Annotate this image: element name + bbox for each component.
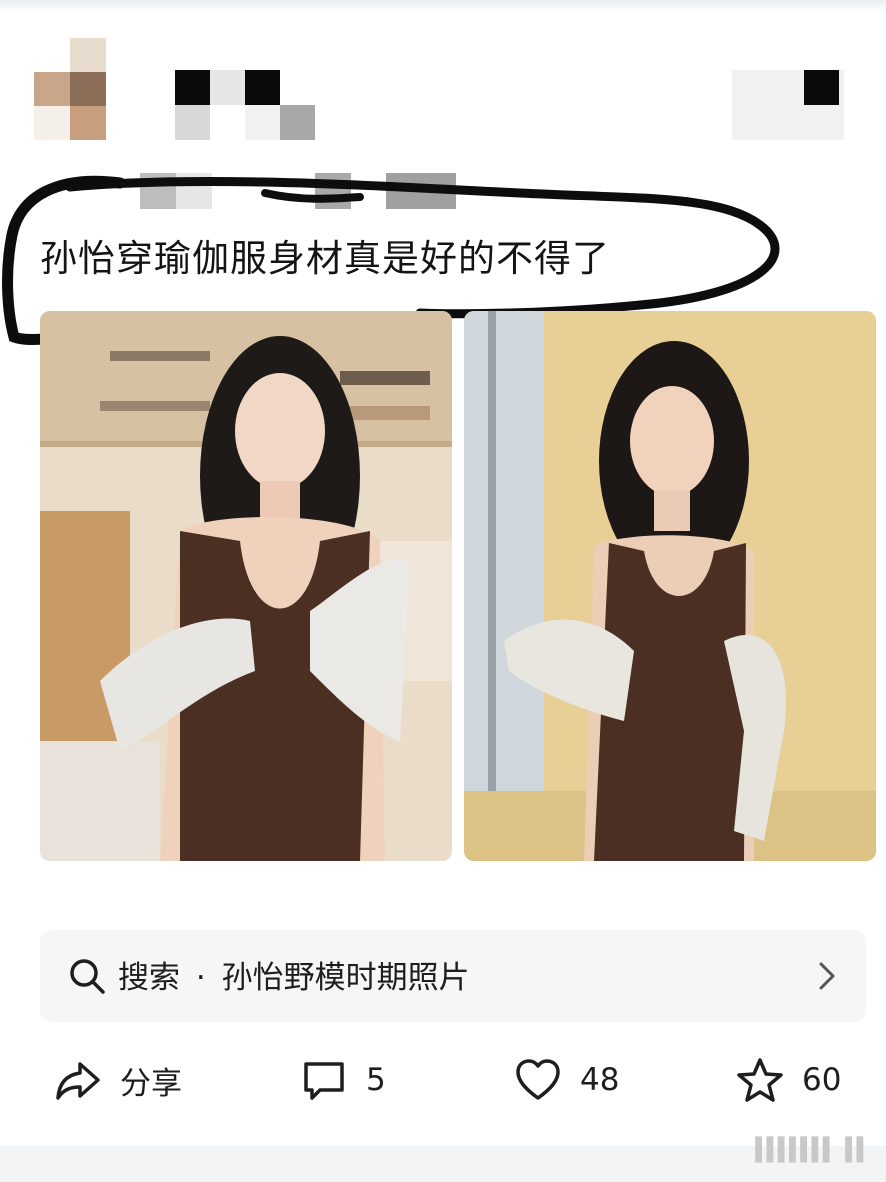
author-name[interactable] bbox=[175, 70, 320, 140]
favorite-count: 60 bbox=[802, 1062, 842, 1098]
watermark-glyphs: ▌▌▌▌▌▌▌ ▌▌ bbox=[755, 1138, 870, 1163]
like-button[interactable]: 48 bbox=[514, 1052, 619, 1108]
heart-icon bbox=[516, 1059, 560, 1100]
search-query: 孙怡野模时期照片 bbox=[221, 960, 470, 996]
bottom-strip bbox=[0, 1146, 886, 1182]
chevron-right-icon bbox=[819, 962, 835, 990]
share-icon bbox=[56, 1062, 100, 1100]
post-image-2[interactable] bbox=[464, 311, 876, 861]
share-label: 分享 bbox=[120, 1065, 182, 1102]
share-button[interactable]: 分享 bbox=[54, 1052, 182, 1108]
follow-button[interactable] bbox=[732, 70, 844, 140]
search-suggestion[interactable]: 搜索 · 孙怡野模时期照片 bbox=[40, 930, 866, 1022]
post-meta bbox=[140, 173, 460, 209]
like-count: 48 bbox=[580, 1062, 620, 1098]
comment-count: 5 bbox=[366, 1062, 386, 1098]
search-suggestion-text: 搜索 · 孙怡野模时期照片 bbox=[118, 952, 470, 997]
search-separator: · bbox=[195, 960, 206, 996]
post-title: 孙怡穿瑜伽服身材真是好的不得了 bbox=[40, 237, 610, 280]
comment-icon bbox=[304, 1062, 344, 1100]
avatar[interactable] bbox=[34, 38, 106, 140]
post-image-1[interactable] bbox=[40, 311, 452, 861]
favorite-button[interactable]: 60 bbox=[736, 1052, 841, 1108]
star-icon bbox=[737, 1058, 783, 1102]
status-strip bbox=[0, 0, 886, 12]
search-icon bbox=[70, 959, 105, 994]
comment-button[interactable]: 5 bbox=[300, 1052, 386, 1108]
search-prefix: 搜索 bbox=[118, 960, 180, 996]
